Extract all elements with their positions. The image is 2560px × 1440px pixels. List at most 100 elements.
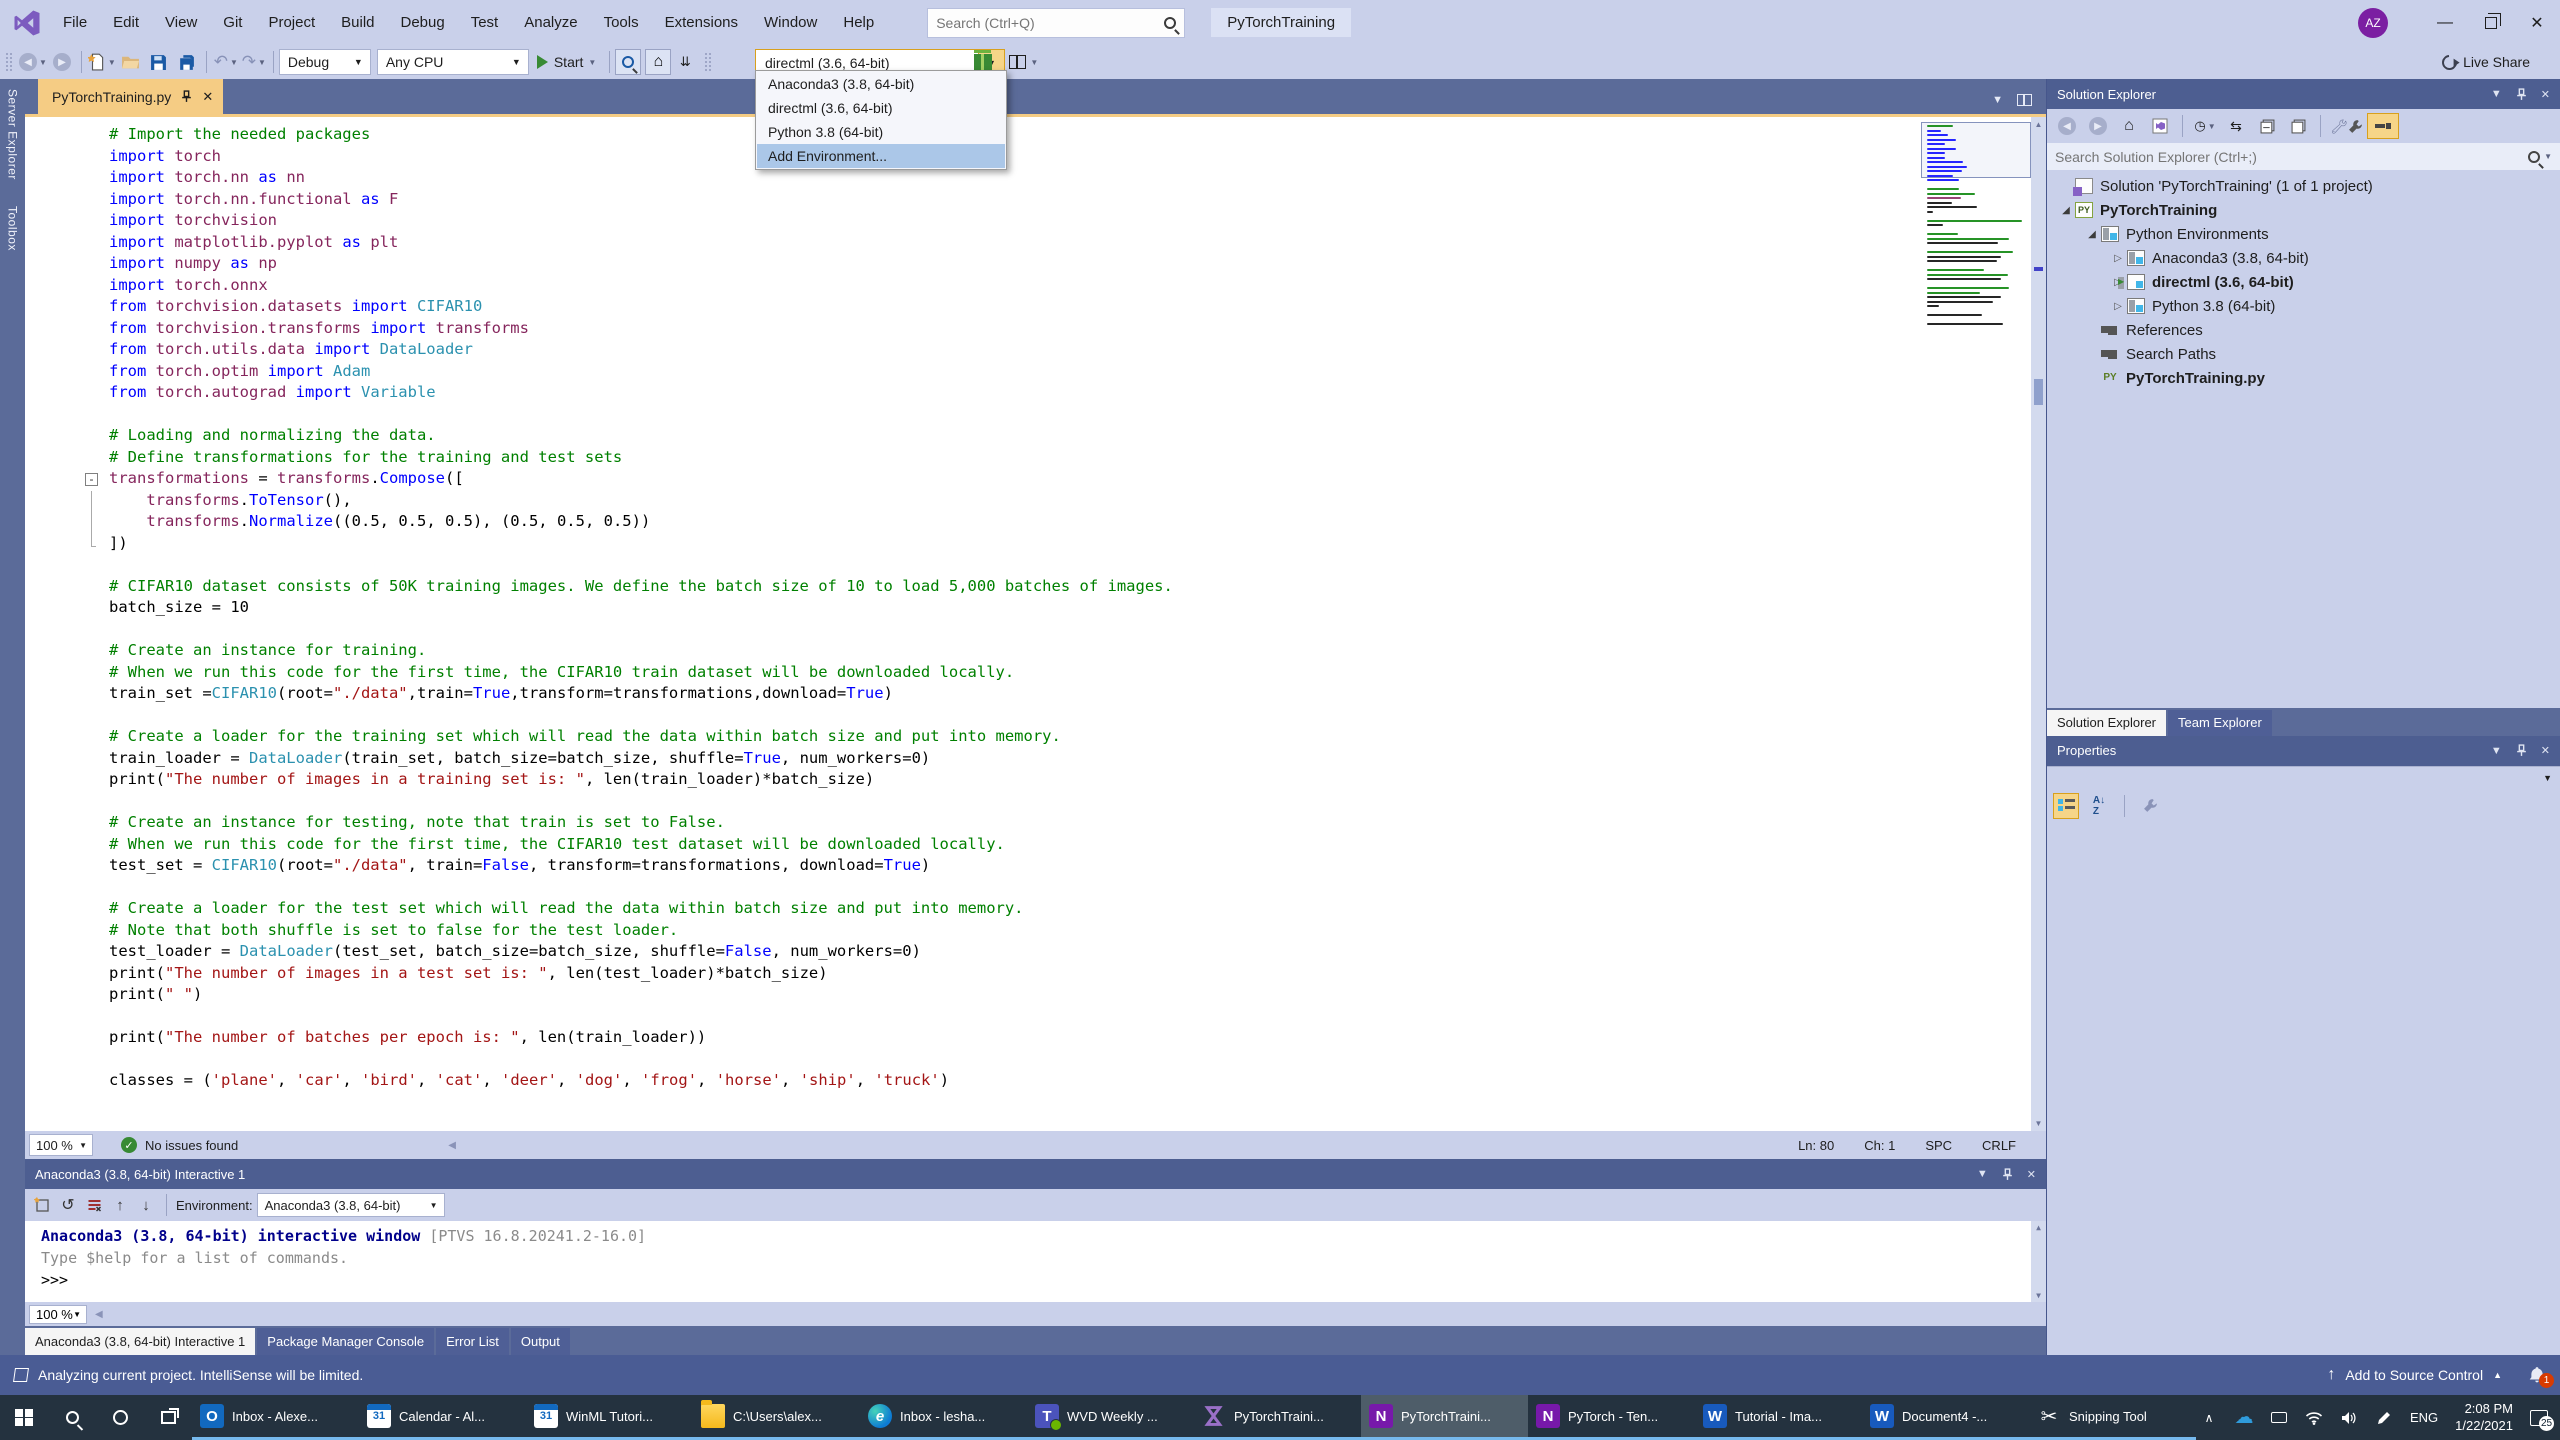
window-position-icon[interactable]: ▼ bbox=[1977, 1168, 1988, 1180]
volume-icon[interactable] bbox=[2340, 1411, 2358, 1425]
configuration-combo[interactable]: Debug ▼ bbox=[278, 49, 371, 75]
tree-item-python-3-8-64-bit-[interactable]: ▷ Python 3.8 (64-bit) bbox=[2047, 294, 2560, 318]
env-option[interactable]: Add Environment... bbox=[757, 144, 1005, 168]
platform-combo[interactable]: Any CPU ▼ bbox=[376, 49, 529, 75]
pin-icon[interactable] bbox=[181, 90, 192, 103]
navigate-forward-button[interactable]: ▶ bbox=[49, 49, 75, 75]
taskbar-app-calendar[interactable]: 31 WinML Tutori... bbox=[526, 1395, 693, 1440]
reset-icon[interactable]: ↺ bbox=[57, 1194, 79, 1216]
wifi-icon[interactable] bbox=[2305, 1411, 2323, 1425]
taskbar-search-button[interactable] bbox=[48, 1395, 96, 1440]
active-files-dropdown-icon[interactable]: ▼ bbox=[1992, 94, 2003, 106]
window-position-icon[interactable]: ▼ bbox=[2491, 88, 2502, 100]
editor-scrollbar[interactable]: ▲ ▼ bbox=[2031, 117, 2046, 1131]
tree-item-directml-3-6-64-bit-[interactable]: ▷directml (3.6, 64-bit) bbox=[2047, 270, 2560, 294]
hscroll-left-arrow[interactable]: ◀ bbox=[448, 1140, 456, 1151]
close-button[interactable]: ✕ bbox=[2514, 0, 2560, 45]
menu-help[interactable]: Help bbox=[830, 10, 887, 35]
history-next-icon[interactable]: ↓ bbox=[135, 1194, 157, 1216]
tree-expander-icon[interactable]: ◢ bbox=[2083, 229, 2101, 240]
interactive-console[interactable]: Anaconda3 (3.8, 64-bit) interactive wind… bbox=[25, 1221, 2046, 1302]
solution-explorer-title-bar[interactable]: Solution Explorer ▼ ✕ bbox=[2047, 79, 2560, 109]
notifications-bell[interactable]: 1 bbox=[2528, 1366, 2554, 1388]
menu-tools[interactable]: Tools bbox=[591, 10, 652, 35]
history-previous-icon[interactable]: ↑ bbox=[109, 1194, 131, 1216]
taskbar-app-teams[interactable]: T WVD Weekly ... bbox=[1027, 1395, 1194, 1440]
onedrive-icon[interactable]: ☁ bbox=[2234, 1406, 2253, 1429]
undo-button[interactable]: ↶ ▼ bbox=[213, 49, 239, 75]
taskbar-app-edge[interactable]: e Inbox - lesha... bbox=[860, 1395, 1027, 1440]
categorized-button[interactable] bbox=[2053, 792, 2079, 819]
taskbar-app-onenote[interactable]: N PyTorchTraini... bbox=[1361, 1395, 1528, 1440]
home-button[interactable]: ⌂ bbox=[645, 49, 672, 75]
tree-item-pytorchtraining-py[interactable]: PY PyTorchTraining.py bbox=[2047, 366, 2560, 390]
save-all-button[interactable] bbox=[174, 49, 200, 75]
tree-item-solution-pytorchtraining-1-of-[interactable]: Solution 'PyTorchTraining' (1 of 1 proje… bbox=[2047, 174, 2560, 198]
tab-output[interactable]: Output bbox=[510, 1328, 570, 1355]
fold-collapse-box[interactable]: - bbox=[85, 473, 98, 486]
menu-debug[interactable]: Debug bbox=[388, 10, 458, 35]
tray-expand-chevron[interactable]: ∧ bbox=[2200, 1411, 2218, 1425]
menu-project[interactable]: Project bbox=[255, 10, 328, 35]
tree-item-pytorchtraining[interactable]: ◢ PY PyTorchTraining bbox=[2047, 198, 2560, 222]
restore-button[interactable] bbox=[2468, 0, 2514, 45]
copy-view-button[interactable] bbox=[2285, 113, 2311, 139]
properties-title-bar[interactable]: Properties ▼ ✕ bbox=[2047, 735, 2560, 766]
taskbar-app-onenote[interactable]: N PyTorch - Ten... bbox=[1528, 1395, 1695, 1440]
tab-anaconda3-3-8-64-bit-interacti[interactable]: Anaconda3 (3.8, 64-bit) Interactive 1 bbox=[25, 1328, 256, 1355]
taskbar-app-calendar[interactable]: 31 Calendar - Al... bbox=[359, 1395, 526, 1440]
task-view-button[interactable] bbox=[144, 1395, 192, 1440]
se-forward-button[interactable]: ▶ bbox=[2085, 113, 2111, 139]
redo-button[interactable]: ↷ ▼ bbox=[241, 49, 267, 75]
chevron-up-icon[interactable]: ▲ bbox=[2493, 1370, 2502, 1380]
attach-button[interactable]: ⇊ bbox=[672, 49, 698, 75]
solution-search-input[interactable] bbox=[2055, 148, 2529, 165]
interactive-environment-combo[interactable]: Anaconda3 (3.8, 64-bit) ▼ bbox=[256, 1193, 445, 1217]
eol-indicator[interactable]: CRLF bbox=[1982, 1138, 2016, 1153]
taskbar-app-snipping[interactable]: ✂ Snipping Tool bbox=[2029, 1395, 2196, 1440]
menu-extensions[interactable]: Extensions bbox=[652, 10, 751, 35]
sync-with-active-document-button[interactable]: ⇆ bbox=[2223, 113, 2249, 139]
clear-screen-icon[interactable] bbox=[83, 1194, 105, 1216]
taskbar-app-visual-studio[interactable]: ⋈ PyTorchTraini... bbox=[1194, 1395, 1361, 1440]
taskbar-app-folder[interactable]: C:\Users\alex... bbox=[693, 1395, 860, 1440]
quick-search-input[interactable] bbox=[936, 14, 1165, 31]
menu-file[interactable]: File bbox=[50, 10, 100, 35]
action-center-button[interactable]: 25 bbox=[2530, 1409, 2554, 1431]
close-icon[interactable]: ✕ bbox=[2541, 88, 2550, 101]
tab-error-list[interactable]: Error List bbox=[436, 1328, 509, 1355]
pin-icon[interactable] bbox=[2002, 1167, 2013, 1181]
menu-edit[interactable]: Edit bbox=[100, 10, 152, 35]
collapse-all-button[interactable] bbox=[2254, 113, 2280, 139]
document-tab[interactable]: PyTorchTraining.py ✕ bbox=[38, 79, 224, 114]
start-button[interactable] bbox=[0, 1395, 48, 1440]
open-file-button[interactable] bbox=[118, 49, 144, 75]
tree-expander-icon[interactable]: ▷ bbox=[2109, 253, 2127, 264]
pending-changes-filter-button[interactable]: ◷ ▼ bbox=[2192, 113, 2218, 139]
server-explorer-tab[interactable]: Server Explorer bbox=[6, 89, 20, 180]
find-in-files-button[interactable] bbox=[615, 49, 642, 75]
tree-expander-icon[interactable]: ▷ bbox=[2109, 301, 2127, 312]
switch-views-button[interactable] bbox=[2147, 113, 2173, 139]
interactive-title-bar[interactable]: Anaconda3 (3.8, 64-bit) Interactive 1 ▼ … bbox=[25, 1159, 2046, 1189]
minimap[interactable] bbox=[1927, 125, 2027, 328]
taskbar-app-outlook[interactable]: O Inbox - Alexe... bbox=[192, 1395, 359, 1440]
toolbar-grip[interactable] bbox=[5, 52, 13, 72]
live-share-button[interactable]: Live Share bbox=[2438, 51, 2530, 73]
new-file-button[interactable]: ▼ bbox=[87, 49, 116, 75]
new-interactive-icon[interactable] bbox=[31, 1194, 53, 1216]
avatar[interactable]: AZ bbox=[2358, 7, 2388, 38]
code-editor[interactable]: # Import the needed packages import torch… bbox=[25, 117, 2046, 1131]
tree-item-search-paths[interactable]: Search Paths bbox=[2047, 342, 2560, 366]
code-area[interactable]: # Import the needed packages import torch… bbox=[25, 117, 2046, 1131]
toolbar-grip[interactable] bbox=[704, 52, 713, 72]
properties-wrench-button[interactable]: 🔧︎ bbox=[2330, 113, 2363, 139]
quick-search[interactable] bbox=[927, 7, 1186, 38]
env-option[interactable]: Python 3.8 (64-bit) bbox=[757, 120, 1005, 144]
editor-zoom-combo[interactable]: 100 % ▼ bbox=[29, 1134, 93, 1156]
navigate-back-button[interactable]: ◀ ▼ bbox=[19, 49, 47, 75]
issues-label[interactable]: No issues found bbox=[145, 1138, 238, 1153]
se-back-button[interactable]: ◀ bbox=[2054, 113, 2080, 139]
tab-solution-explorer[interactable]: Solution Explorer bbox=[2047, 709, 2166, 736]
add-to-source-control-button[interactable]: Add to Source Control bbox=[2345, 1367, 2483, 1383]
